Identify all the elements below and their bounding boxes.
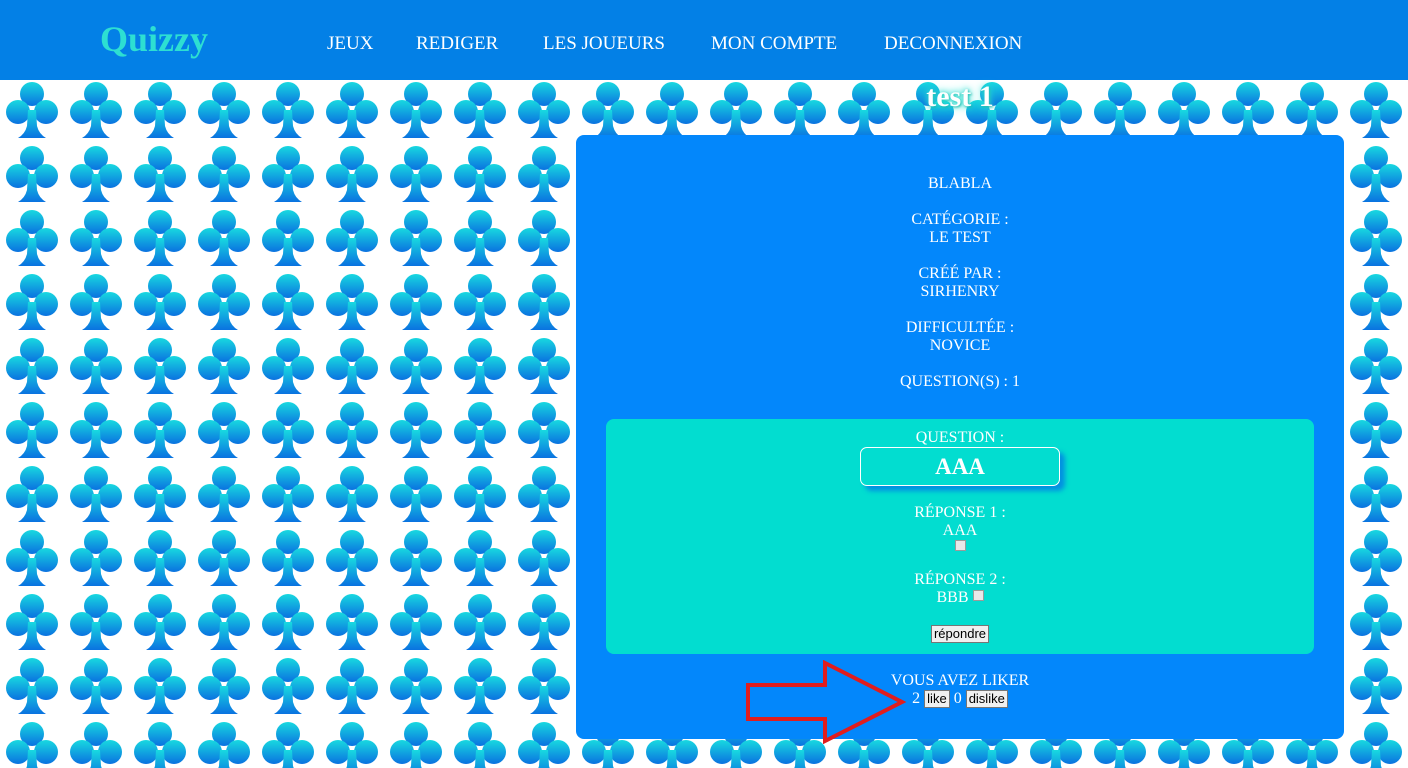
quiz-description: BLABLA xyxy=(928,175,992,192)
quiz-title: test 1 xyxy=(926,80,994,113)
difficulty-value: NOVICE xyxy=(929,337,991,354)
quiz-card: BLABLA CATÉGORIE : LE TEST CRÉÉ PAR : SI… xyxy=(576,135,1344,739)
like-count: 2 xyxy=(912,690,921,707)
nav-item-deconnexion[interactable]: DECONNEXION xyxy=(884,33,1022,55)
question-count: QUESTION(S) : 1 xyxy=(900,373,1020,390)
created-by-label: CRÉÉ PAR : xyxy=(918,265,1002,282)
vote-row: 2 like 0 dislike xyxy=(576,690,1344,709)
nav-item-les-joueurs[interactable]: LES JOUEURS xyxy=(543,33,665,55)
nav-item-mon-compte[interactable]: MON COMPTE xyxy=(711,33,837,55)
question-box: QUESTION : AAA RÉPONSE 1 : AAA RÉPONSE 2… xyxy=(606,419,1314,654)
nav-item-jeux[interactable]: JEUX xyxy=(327,33,373,55)
answer-2-value: BBB xyxy=(936,589,969,606)
nav-item-rediger[interactable]: REDIGER xyxy=(416,33,498,55)
difficulty-label: DIFFICULTÉE : xyxy=(905,319,1015,336)
answer-2-label: RÉPONSE 2 : xyxy=(914,571,1006,588)
like-button[interactable]: like xyxy=(924,690,950,709)
right-arrow-icon xyxy=(746,660,907,744)
created-by-value: SIRHENRY xyxy=(920,283,1000,300)
vote-status: VOUS AVEZ LIKER xyxy=(890,672,1030,689)
answer-2-row: BBB xyxy=(606,589,1314,607)
answer-2-checkbox[interactable] xyxy=(972,589,984,601)
question-text: AAA xyxy=(860,447,1060,486)
answer-1-label: RÉPONSE 1 : xyxy=(914,504,1006,521)
category-value: LE TEST xyxy=(929,229,991,246)
top-navbar: Quizzy JEUX REDIGER LES JOUEURS MON COMP… xyxy=(0,0,1408,80)
dislike-count: 0 xyxy=(953,690,962,707)
answer-1-checkbox[interactable] xyxy=(954,539,966,551)
category-label: CATÉGORIE : xyxy=(911,211,1009,228)
submit-answer-button[interactable]: répondre xyxy=(930,625,990,644)
submit-row: répondre xyxy=(606,625,1314,644)
brand-logo[interactable]: Quizzy xyxy=(100,18,208,60)
dislike-button[interactable]: dislike xyxy=(965,690,1008,709)
answer-1-row xyxy=(606,538,1314,552)
question-label: QUESTION : xyxy=(915,429,1005,446)
